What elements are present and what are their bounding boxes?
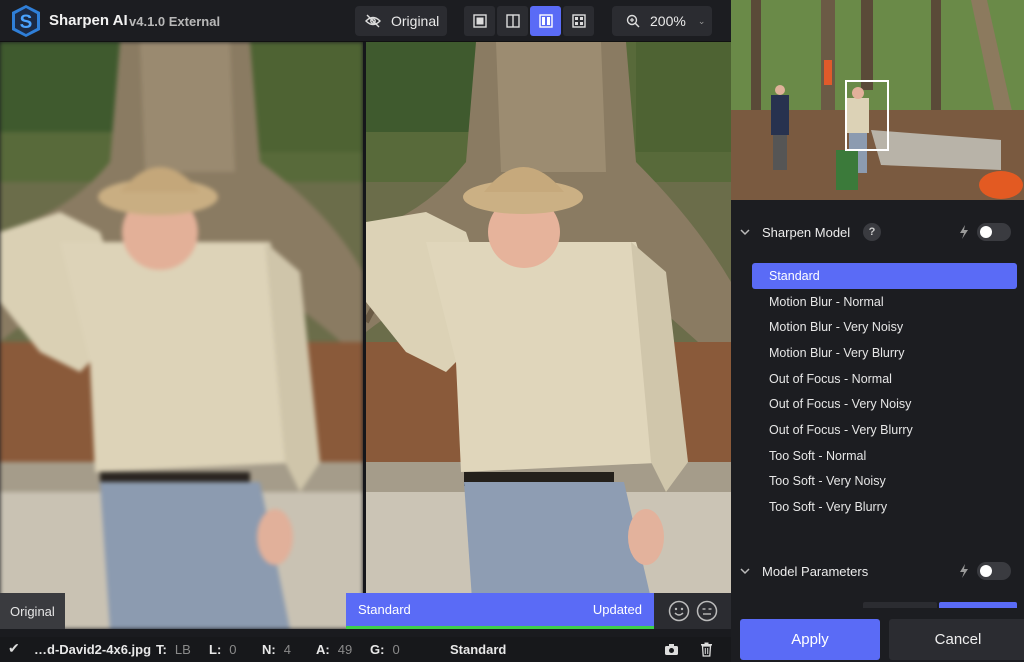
app-name: Sharpen AI <box>49 12 128 29</box>
original-preview-pane[interactable] <box>0 42 363 629</box>
lightning-icon <box>960 225 968 239</box>
parameter-tab-active[interactable] <box>939 602 1017 608</box>
compare-model-label: Standard <box>358 602 411 617</box>
status-model: Standard <box>450 642 507 657</box>
chevron-down-icon <box>740 229 750 236</box>
side-by-side-view-button[interactable] <box>530 6 561 36</box>
sharpen-model-header[interactable]: Sharpen Model ? <box>731 217 1024 247</box>
model-option-too-soft-normal[interactable]: Too Soft - Normal <box>752 443 1017 469</box>
sharpen-model-title: Sharpen Model <box>762 224 851 240</box>
help-icon[interactable]: ? <box>863 223 881 241</box>
model-option-too-soft-very-noisy[interactable]: Too Soft - Very Noisy <box>752 469 1017 495</box>
original-pane-label: Original <box>0 593 65 629</box>
quad-view-icon <box>571 14 586 28</box>
status-bar: ✔ …d-David2-4x6.jpg T: LB L: 0 N: 4 A: 49 G:… <box>0 637 731 662</box>
status-n: N: 4 <box>262 642 291 657</box>
happy-face-icon[interactable] <box>668 600 690 622</box>
view-mode-group <box>464 6 594 36</box>
top-toolbar: S Sharpen AI v4.1.0 External Original 20… <box>0 0 731 42</box>
trash-icon[interactable] <box>700 642 713 657</box>
model-option-motion-blur-very-noisy[interactable]: Motion Blur - Very Noisy <box>752 314 1017 340</box>
model-option-out-of-focus-very-blurry[interactable]: Out of Focus - Very Blurry <box>752 417 1017 443</box>
auto-model-toggle[interactable] <box>977 223 1011 241</box>
sharpen-model-list: Standard Motion Blur - Normal Motion Blu… <box>752 263 1017 520</box>
zoom-dropdown[interactable]: 200% ⌄ <box>612 6 712 36</box>
model-option-out-of-focus-very-noisy[interactable]: Out of Focus - Very Noisy <box>752 391 1017 417</box>
model-option-out-of-focus-normal[interactable]: Out of Focus - Normal <box>752 366 1017 392</box>
feedback-group <box>654 593 731 629</box>
model-option-standard[interactable]: Standard <box>752 263 1017 289</box>
sharpened-preview-pane[interactable] <box>366 42 731 629</box>
processing-complete-bar <box>346 626 654 629</box>
model-option-motion-blur-normal[interactable]: Motion Blur - Normal <box>752 289 1017 315</box>
chevron-down-icon <box>740 568 750 575</box>
show-original-button[interactable]: Original <box>355 6 447 36</box>
right-panel: Sharpen Model ? Standard Motion Blur - N… <box>731 0 1024 662</box>
quad-view-button[interactable] <box>563 6 594 36</box>
svg-text:S: S <box>20 12 33 33</box>
single-view-icon <box>472 14 487 28</box>
app-version: v4.1.0 External <box>129 14 221 29</box>
single-view-button[interactable] <box>464 6 495 36</box>
lightning-icon <box>960 564 968 578</box>
original-photo <box>0 42 363 629</box>
chevron-down-icon: ⌄ <box>697 15 706 26</box>
eye-slash-icon <box>365 14 381 28</box>
compare-status-label: Updated <box>592 602 642 617</box>
navigator-thumbnail[interactable] <box>731 0 1024 200</box>
status-a: A: 49 <box>316 642 353 657</box>
camera-icon[interactable] <box>664 643 679 656</box>
cancel-button[interactable]: Cancel <box>889 619 1024 660</box>
zoom-level: 200% <box>650 13 686 29</box>
side-by-side-view-icon <box>538 14 553 28</box>
filename: …d-David2-4x6.jpg <box>34 642 152 657</box>
status-g: G: 0 <box>370 642 400 657</box>
model-option-too-soft-very-blurry[interactable]: Too Soft - Very Blurry <box>752 494 1017 520</box>
show-original-label: Original <box>391 13 440 29</box>
sharpened-photo <box>366 42 731 629</box>
model-parameters-header[interactable]: Model Parameters <box>731 556 1024 586</box>
parameter-tab[interactable] <box>863 602 937 608</box>
zoom-in-icon <box>626 14 640 28</box>
status-t: T: LB <box>156 642 191 657</box>
split-view-button[interactable] <box>497 6 528 36</box>
split-view-icon <box>505 14 520 28</box>
apply-button[interactable]: Apply <box>740 619 880 660</box>
model-parameters-title: Model Parameters <box>762 563 869 579</box>
auto-params-toggle[interactable] <box>977 562 1011 580</box>
model-option-motion-blur-very-blurry[interactable]: Motion Blur - Very Blurry <box>752 340 1017 366</box>
model-compare-bar[interactable]: Standard Updated <box>346 593 654 626</box>
checkmark-icon[interactable]: ✔ <box>8 640 20 657</box>
sharpen-ai-logo-icon: S <box>12 5 40 37</box>
neutral-face-icon[interactable] <box>696 600 718 622</box>
parameter-tabs-partial <box>863 602 1017 608</box>
status-l: L: 0 <box>209 642 237 657</box>
